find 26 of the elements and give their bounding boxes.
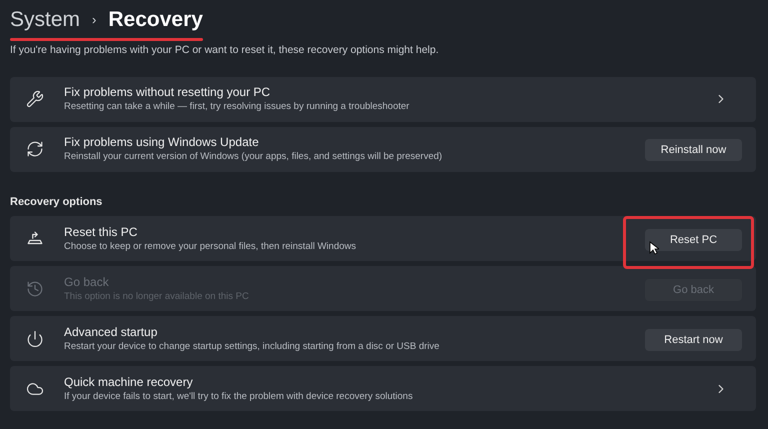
item-description: Restart your device to change startup settings, including starting from a disc or USB drive xyxy=(64,340,440,353)
item-description: If your device fails to start, we'll try to fix the problem with device recovery solutions xyxy=(64,390,414,403)
mouse-cursor-icon xyxy=(649,240,659,255)
item-title: Go back xyxy=(64,274,110,290)
refresh-icon xyxy=(26,140,44,158)
item-description: Choose to keep or remove your personal files, then reinstall Windows xyxy=(64,240,358,253)
item-description: Resetting can take a while — first, try resolving issues by running a troubleshooter xyxy=(64,100,410,114)
action-button[interactable]: Reinstall now xyxy=(645,139,742,162)
settings-card[interactable]: Fix problems without resetting your PC Resetting can take a while — first, try resolving issues by running a troubleshooter xyxy=(10,76,756,122)
action-button[interactable]: Reset PC xyxy=(645,228,742,251)
item-title: Reset this PC xyxy=(64,224,138,240)
power-icon xyxy=(26,330,44,348)
settings-card[interactable]: Quick machine recovery If your device fails to start, we'll try to fix the problem with device recovery solutions xyxy=(10,366,756,412)
breadcrumb-separator: › xyxy=(92,11,96,30)
action-button[interactable]: Restart now xyxy=(645,328,742,351)
item-title: Quick machine recovery xyxy=(64,374,194,390)
item-title: Fix problems using Windows Update xyxy=(64,135,260,150)
breadcrumb-parent[interactable]: System xyxy=(10,4,80,36)
wrench-icon xyxy=(26,90,44,108)
page-title: Recovery xyxy=(108,7,203,34)
history-icon xyxy=(26,280,44,298)
page-description: If you're having problems with your PC or want to reset it, these recovery options might help. xyxy=(10,43,440,58)
item-title: Advanced startup xyxy=(64,324,158,340)
item-title: Fix problems without resetting your PC xyxy=(64,85,272,100)
item-description: Reinstall your current version of Windows (your apps, files, and settings will be preserved) xyxy=(64,150,444,164)
section-heading: Recovery options xyxy=(10,194,104,210)
